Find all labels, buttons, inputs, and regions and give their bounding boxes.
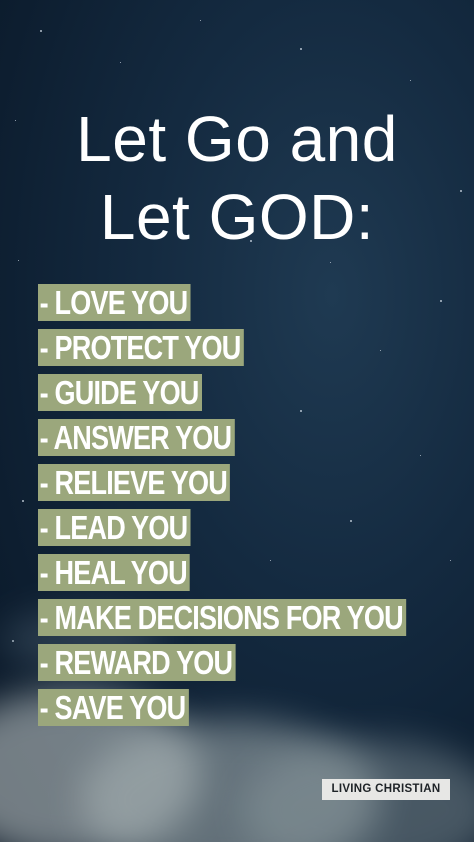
list-item-text: - RELIEVE YOU: [38, 464, 231, 501]
title-line-2: Let GOD:: [99, 181, 375, 253]
brand-badge: LIVING CHRISTIAN: [322, 779, 450, 800]
poster-background: Let Go and Let GOD: - LOVE YOU - PROTECT…: [0, 0, 474, 842]
list-item: - LOVE YOU: [38, 283, 406, 322]
title-line-1: Let Go and: [76, 103, 398, 175]
list-item-text: - MAKE DECISIONS FOR YOU: [38, 599, 407, 636]
list-item: - GUIDE YOU: [38, 373, 406, 412]
list-item: - REWARD YOU: [38, 643, 406, 682]
page-title: Let Go and Let GOD:: [0, 100, 474, 256]
list-item-text: - PROTECT YOU: [38, 329, 244, 366]
list-item: - SAVE YOU: [38, 688, 406, 727]
list-item-text: - HEAL YOU: [38, 554, 191, 591]
list-item-text: - LEAD YOU: [38, 509, 191, 546]
list-item-text: - ANSWER YOU: [38, 419, 235, 456]
list-item: - HEAL YOU: [38, 553, 406, 592]
list-item-text: - REWARD YOU: [38, 644, 236, 681]
list-item: - LEAD YOU: [38, 508, 406, 547]
list-item: - PROTECT YOU: [38, 328, 406, 367]
list-item-text: - GUIDE YOU: [38, 374, 202, 411]
promise-list: - LOVE YOU - PROTECT YOU - GUIDE YOU - A…: [38, 283, 474, 733]
list-item: - MAKE DECISIONS FOR YOU: [38, 598, 407, 637]
list-item-text: - SAVE YOU: [38, 689, 189, 726]
list-item: - RELIEVE YOU: [38, 463, 406, 502]
list-item-text: - LOVE YOU: [38, 284, 191, 321]
list-item: - ANSWER YOU: [38, 418, 406, 457]
